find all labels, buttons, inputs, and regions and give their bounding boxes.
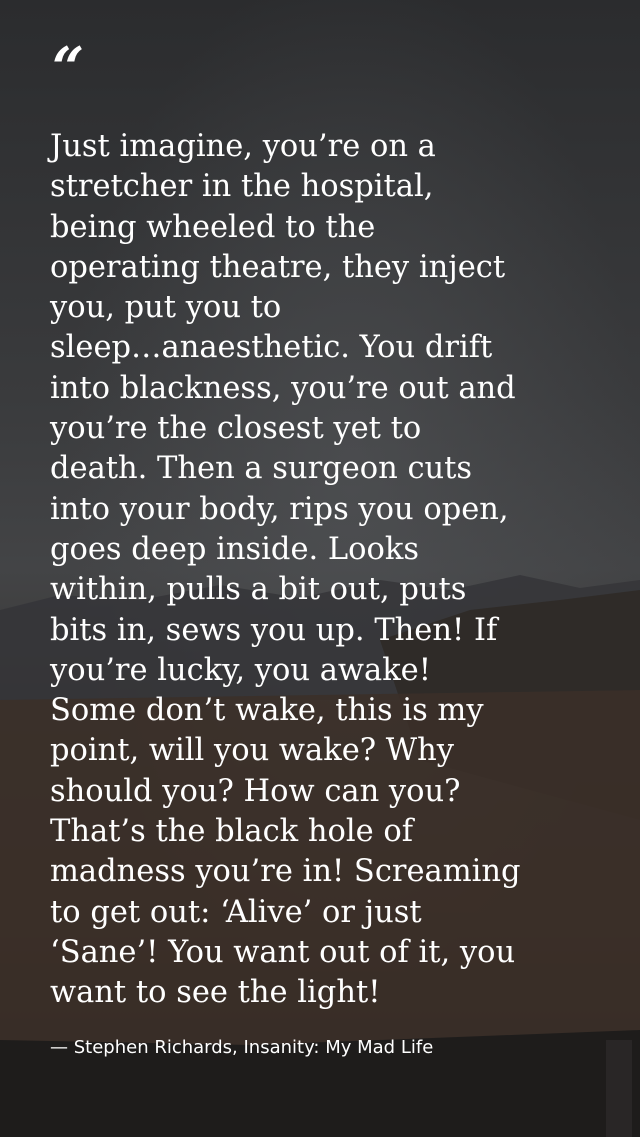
quote-mark-icon: “ [52,35,84,101]
roadside-post [606,1040,632,1137]
quote-text: Just imagine, you’re on a stretcher in t… [50,129,521,1011]
quote-attribution: — Stephen Richards, Insanity: My Mad Lif… [50,1037,434,1058]
